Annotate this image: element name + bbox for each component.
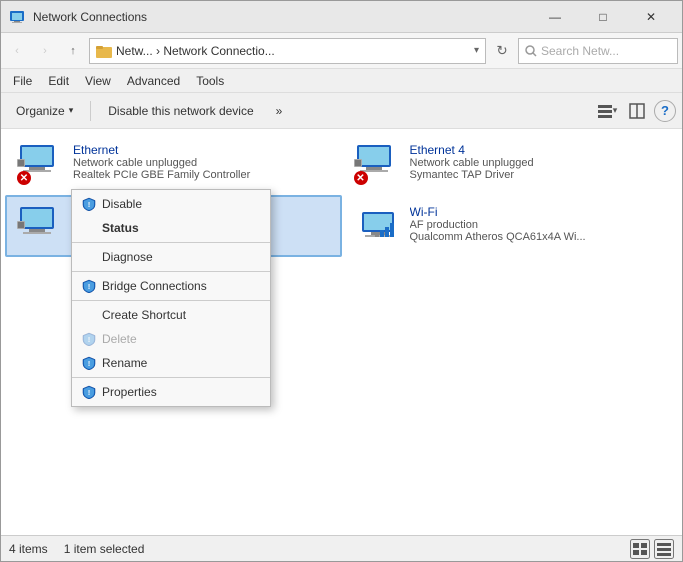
shield-icon-rename: ! <box>82 356 96 370</box>
ctx-separator-1 <box>72 242 270 243</box>
ctx-rename[interactable]: ! Rename <box>72 351 270 375</box>
minimize-button[interactable]: — <box>532 1 578 33</box>
ethernet4-adapter: Symantec TAP Driver <box>410 169 667 181</box>
title-bar: Network Connections — □ ✕ <box>1 1 682 33</box>
window-title: Network Connections <box>33 10 532 24</box>
status-list-icon <box>656 542 672 556</box>
wifi-signal-icon <box>360 210 396 242</box>
menu-tools[interactable]: Tools <box>188 72 232 90</box>
wifi-icon-wrap <box>354 205 402 247</box>
item-count: 4 items <box>9 542 48 556</box>
pane-icon <box>629 103 645 119</box>
ethernet4-name: Ethernet 4 <box>410 143 667 157</box>
svg-text:!: ! <box>88 284 90 291</box>
window: Network Connections — □ ✕ ‹ › ↑ Netw... … <box>0 0 683 562</box>
svg-text:!: ! <box>88 202 90 209</box>
ctx-separator-4 <box>72 377 270 378</box>
ctx-bridge-connections[interactable]: ! Bridge Connections <box>72 274 270 298</box>
wifi-status: AF production <box>410 219 667 231</box>
address-text: Netw... › Network Connectio... <box>116 44 470 58</box>
network-item-wifi[interactable]: Wi-Fi AF production Qualcomm Atheros QCA… <box>342 195 679 257</box>
menu-advanced[interactable]: Advanced <box>119 72 188 90</box>
more-options-button[interactable]: » <box>267 98 292 124</box>
svg-text:!: ! <box>88 361 90 368</box>
up-button[interactable]: ↑ <box>61 39 85 63</box>
wifi-name: Wi-Fi <box>410 205 667 219</box>
view-options-button[interactable]: ▾ <box>594 98 620 124</box>
menu-edit[interactable]: Edit <box>40 72 77 90</box>
search-placeholder: Search Netw... <box>541 44 619 58</box>
main-content: ✕ Ethernet Network cable unplugged Realt… <box>1 129 682 535</box>
title-bar-controls: — □ ✕ <box>532 1 674 33</box>
toolbar-right: ▾ ? <box>594 98 676 124</box>
folder-icon <box>96 43 112 59</box>
maximize-button[interactable]: □ <box>580 1 626 33</box>
ctx-create-shortcut[interactable]: Create Shortcut <box>72 303 270 327</box>
shield-icon-properties: ! <box>82 385 96 399</box>
back-button[interactable]: ‹ <box>5 39 29 63</box>
ethernet-status: Network cable unplugged <box>73 157 330 169</box>
ctx-delete: ! Delete <box>72 327 270 351</box>
ctx-separator-2 <box>72 271 270 272</box>
status-bar-right <box>630 539 674 559</box>
refresh-button[interactable]: ↻ <box>490 39 514 63</box>
toolbar: Organize ▾ Disable this network device »… <box>1 93 682 129</box>
wifi-computer-icon <box>360 210 396 242</box>
ctx-separator-3 <box>72 300 270 301</box>
menu-bar: File Edit View Advanced Tools <box>1 69 682 93</box>
ethernet-icon-wrap: ✕ <box>17 143 65 185</box>
disable-network-button[interactable]: Disable this network device <box>99 98 262 124</box>
ethernet4-icon-wrap: ✕ <box>354 143 402 185</box>
shield-icon-bridge: ! <box>82 279 96 293</box>
ethernet-info: Ethernet Network cable unplugged Realtek… <box>73 143 330 181</box>
status-view-btn2[interactable] <box>654 539 674 559</box>
context-menu: ! Disable Status Diagnose <box>71 189 271 407</box>
status-grid-icon <box>632 542 648 556</box>
toolbar-separator <box>90 101 91 121</box>
ctx-properties[interactable]: ! Properties <box>72 380 270 404</box>
address-field[interactable]: Netw... › Network Connectio... ▾ <box>89 38 486 64</box>
ethernet4-status-x: ✕ <box>354 171 368 185</box>
help-button[interactable]: ? <box>654 100 676 122</box>
address-dropdown-arrow[interactable]: ▾ <box>474 45 479 56</box>
wifi-adapter: Qualcomm Atheros QCA61x4A Wi... <box>410 231 667 243</box>
menu-file[interactable]: File <box>5 72 40 90</box>
search-box[interactable]: Search Netw... <box>518 38 678 64</box>
view-icon <box>597 103 613 119</box>
ethernet-status-x: ✕ <box>17 171 31 185</box>
ethernet-adapter: Realtek PCIe GBE Family Controller <box>73 169 330 181</box>
status-view-btn1[interactable] <box>630 539 650 559</box>
ethernet6-icon-wrap <box>17 205 65 247</box>
ethernet4-status: Network cable unplugged <box>410 157 667 169</box>
reading-pane-button[interactable] <box>624 98 650 124</box>
wifi-info: Wi-Fi AF production Qualcomm Atheros QCA… <box>410 205 667 243</box>
shield-icon-disable: ! <box>82 197 96 211</box>
shield-icon-delete: ! <box>82 332 96 346</box>
organize-button[interactable]: Organize ▾ <box>7 98 82 124</box>
svg-text:!: ! <box>88 390 90 397</box>
ethernet6-computer-icon <box>17 205 57 241</box>
ctx-disable[interactable]: ! Disable <box>72 192 270 216</box>
ctx-status[interactable]: Status <box>72 216 270 240</box>
svg-text:!: ! <box>88 337 90 344</box>
forward-button[interactable]: › <box>33 39 57 63</box>
menu-view[interactable]: View <box>77 72 119 90</box>
ethernet-name: Ethernet <box>73 143 330 157</box>
address-bar: ‹ › ↑ Netw... › Network Connectio... ▾ ↻… <box>1 33 682 69</box>
close-button[interactable]: ✕ <box>628 1 674 33</box>
window-icon <box>9 9 25 25</box>
selected-count: 1 item selected <box>64 542 145 556</box>
ctx-diagnose[interactable]: Diagnose <box>72 245 270 269</box>
status-bar: 4 items 1 item selected <box>1 535 682 561</box>
search-icon <box>525 45 537 57</box>
network-item-ethernet4[interactable]: ✕ Ethernet 4 Network cable unplugged Sym… <box>342 133 679 195</box>
network-item-ethernet[interactable]: ✕ Ethernet Network cable unplugged Realt… <box>5 133 342 195</box>
ethernet4-info: Ethernet 4 Network cable unplugged Syman… <box>410 143 667 181</box>
